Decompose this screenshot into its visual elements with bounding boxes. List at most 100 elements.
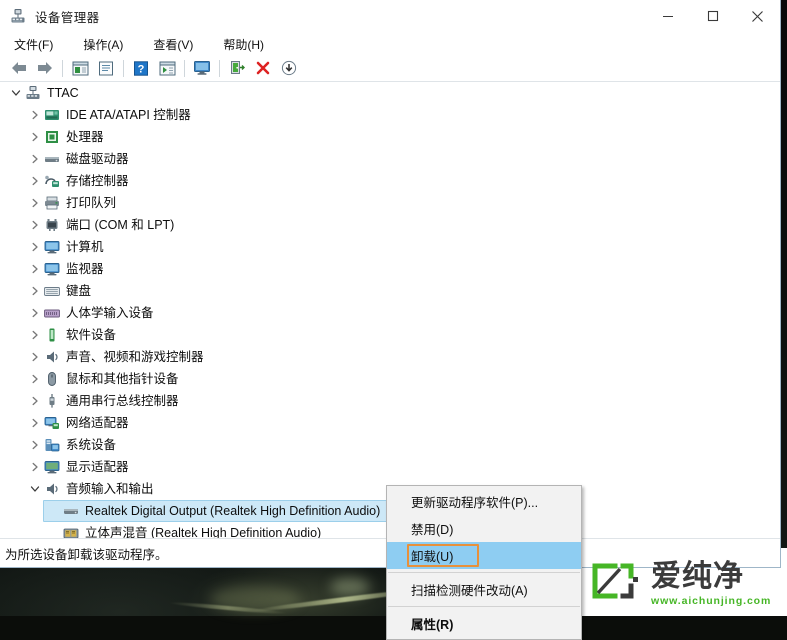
disk-drive-icon: [43, 150, 61, 168]
help-icon[interactable]: ?: [128, 57, 154, 79]
tree-item[interactable]: 人体学输入设备: [0, 302, 780, 324]
back-arrow-icon[interactable]: [6, 57, 32, 79]
device-tree[interactable]: TTAC IDE ATA/ATAPI 控制器处理器磁盘驱动器存储控制器打印队列端口…: [0, 82, 780, 539]
tree-item-label: 音频输入和输出: [66, 482, 154, 496]
chevron-right-icon[interactable]: [27, 236, 43, 258]
tree-item[interactable]: 系统设备: [0, 434, 780, 456]
tree-item[interactable]: 软件设备: [0, 324, 780, 346]
tree-item[interactable]: 计算机: [0, 236, 780, 258]
ctx-uninstall[interactable]: 卸载(U): [387, 542, 581, 569]
tree-item[interactable]: 声音、视频和游戏控制器: [0, 346, 780, 368]
chevron-right-icon[interactable]: [27, 104, 43, 126]
chevron-right-icon[interactable]: [27, 126, 43, 148]
tree-item[interactable]: 磁盘驱动器: [0, 148, 780, 170]
audio-device-icon: [62, 502, 80, 520]
watermark-title: 爱纯净: [651, 559, 744, 593]
tree-item-label: 处理器: [66, 130, 104, 144]
tree-item[interactable]: IDE ATA/ATAPI 控制器: [0, 104, 780, 126]
menu-action[interactable]: 操作(A): [81, 35, 125, 54]
properties-icon[interactable]: [93, 57, 119, 79]
ctx-scan-hardware[interactable]: 扫描检测硬件改动(A): [387, 576, 581, 603]
tree-item[interactable]: 鼠标和其他指针设备: [0, 368, 780, 390]
watermark-url: www.aichunjing.com: [651, 594, 772, 607]
svg-text:?: ?: [138, 63, 145, 75]
scan-hardware-changes-icon[interactable]: [189, 57, 215, 79]
tree-item[interactable]: 网络适配器: [0, 412, 780, 434]
chevron-right-icon[interactable]: [27, 390, 43, 412]
chevron-right-icon[interactable]: [27, 258, 43, 280]
menu-view[interactable]: 查看(V): [151, 35, 195, 54]
disable-device-icon[interactable]: [250, 57, 276, 79]
network-adapter-icon: [43, 414, 61, 432]
chevron-right-icon[interactable]: [27, 346, 43, 368]
chevron-right-icon[interactable]: [27, 214, 43, 236]
chevron-right-icon[interactable]: [27, 456, 43, 478]
tree-item[interactable]: 处理器: [0, 126, 780, 148]
update-driver-icon[interactable]: [154, 57, 180, 79]
toolbar-separator: [123, 59, 124, 77]
usb-controller-icon: [43, 392, 61, 410]
window-controls: [645, 0, 780, 32]
maximize-button[interactable]: [690, 0, 735, 32]
display-adapter-icon: [43, 458, 61, 476]
hid-icon: [43, 304, 61, 322]
forward-arrow-icon[interactable]: [32, 57, 58, 79]
tree-item-label: 软件设备: [66, 328, 117, 342]
minimize-button[interactable]: [645, 0, 690, 32]
wallpaper-blob: [330, 578, 370, 596]
chevron-right-icon[interactable]: [27, 434, 43, 456]
tree-item-label: 系统设备: [66, 438, 117, 452]
tree-root-node[interactable]: TTAC: [0, 82, 780, 104]
device-manager-icon: [9, 7, 27, 25]
device-manager-window: 设备管理器 文件(F) 操作(A) 查看(V) 帮助(H) ? TTAC IDE…: [0, 0, 781, 640]
chevron-right-icon[interactable]: [27, 148, 43, 170]
tree-item[interactable]: 显示适配器: [0, 456, 780, 478]
uninstall-device-icon[interactable]: [224, 57, 250, 79]
context-menu[interactable]: 更新驱动程序软件(P)... 禁用(D) 卸载(U) 扫描检测硬件改动(A) 属性(R): [386, 485, 582, 640]
tree-item-label: 打印队列: [66, 196, 117, 210]
show-hide-console-tree-icon[interactable]: [67, 57, 93, 79]
tree-item-label: Realtek Digital Output (Realtek High Def…: [85, 504, 381, 518]
watermark-text: 爱纯净 www.aichunjing.com: [651, 559, 772, 607]
tree-item-label: 显示适配器: [66, 460, 129, 474]
ctx-update-driver[interactable]: 更新驱动程序软件(P)...: [387, 488, 581, 515]
monitor-icon: [43, 260, 61, 278]
tree-item[interactable]: 端口 (COM 和 LPT): [0, 214, 780, 236]
ctx-disable[interactable]: 禁用(D): [387, 515, 581, 542]
toolbar: ?: [0, 55, 780, 82]
tree-item[interactable]: 键盘: [0, 280, 780, 302]
tree-item[interactable]: 通用串行总线控制器: [0, 390, 780, 412]
storage-controller-icon: [43, 172, 61, 190]
tree-item-label: 计算机: [66, 240, 104, 254]
menu-bar: 文件(F) 操作(A) 查看(V) 帮助(H): [0, 33, 780, 55]
chevron-down-icon[interactable]: [8, 82, 24, 104]
tree-item[interactable]: 监视器: [0, 258, 780, 280]
tree-item-label: 键盘: [66, 284, 92, 298]
close-button[interactable]: [735, 0, 780, 32]
chevron-right-icon[interactable]: [27, 368, 43, 390]
aichunjing-logo-icon: [589, 560, 643, 608]
print-queue-icon: [43, 194, 61, 212]
tree-item[interactable]: 存储控制器: [0, 170, 780, 192]
menu-help[interactable]: 帮助(H): [221, 35, 266, 54]
audio-inputs-outputs-icon: [43, 480, 61, 498]
chevron-right-icon[interactable]: [27, 412, 43, 434]
tree-item-label: 存储控制器: [66, 174, 129, 188]
chevron-right-icon[interactable]: [27, 280, 43, 302]
enable-device-icon[interactable]: [276, 57, 302, 79]
chevron-right-icon[interactable]: [27, 192, 43, 214]
software-device-icon: [43, 326, 61, 344]
site-watermark: 爱纯净 www.aichunjing.com: [589, 556, 781, 612]
computer-node-icon: [24, 84, 42, 102]
chevron-down-icon[interactable]: [27, 478, 43, 500]
chevron-right-icon[interactable]: [27, 324, 43, 346]
menu-file[interactable]: 文件(F): [12, 35, 55, 54]
chevron-right-icon[interactable]: [27, 170, 43, 192]
stereo-mix-icon: [62, 524, 80, 539]
toolbar-separator: [184, 59, 185, 77]
chevron-right-icon[interactable]: [27, 302, 43, 324]
tree-item[interactable]: 打印队列: [0, 192, 780, 214]
ctx-properties[interactable]: 属性(R): [387, 610, 581, 637]
tree-item-label: 鼠标和其他指针设备: [66, 372, 179, 386]
keyboard-icon: [43, 282, 61, 300]
